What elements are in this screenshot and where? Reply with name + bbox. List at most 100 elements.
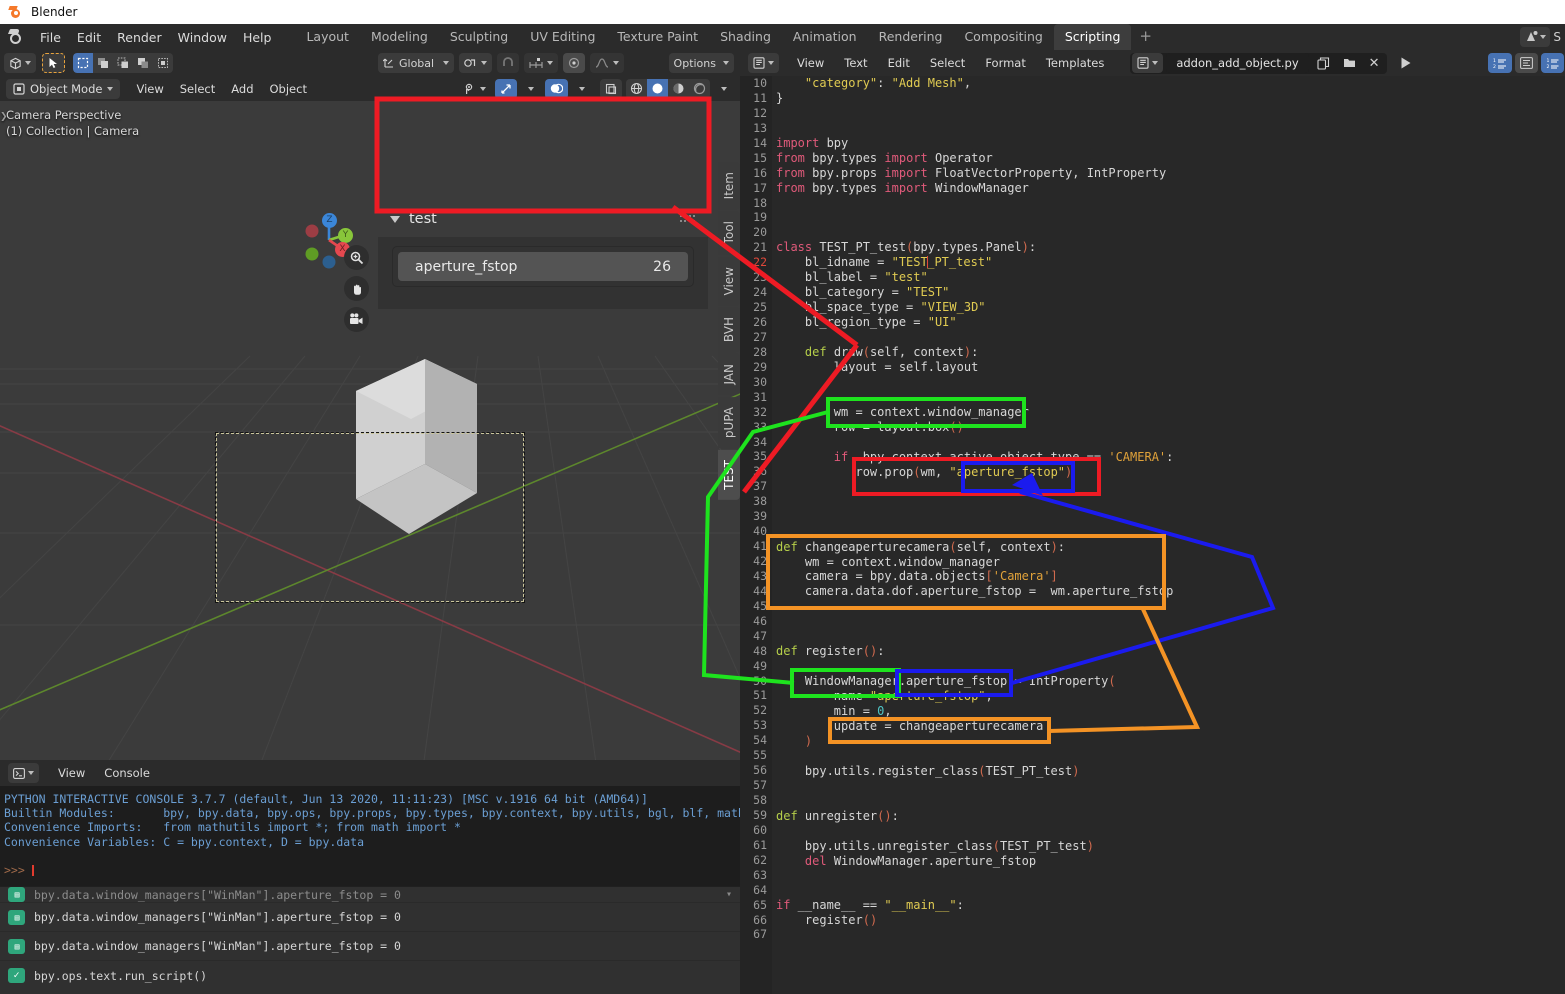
shading-rendered-icon[interactable] bbox=[689, 79, 710, 99]
workspace-tab-uv-editing[interactable]: UV Editing bbox=[519, 24, 606, 50]
falloff-curve-icon[interactable] bbox=[590, 53, 625, 73]
syntax-highlight-icon[interactable]: 12 bbox=[1541, 53, 1564, 73]
shading-solid-icon[interactable] bbox=[647, 78, 668, 99]
interaction-mode-dropdown[interactable]: Object Mode bbox=[6, 78, 121, 99]
console-menu-console[interactable]: Console bbox=[96, 763, 158, 783]
blender-app-menu-icon[interactable] bbox=[6, 26, 28, 48]
line-numbers-icon[interactable]: 12 bbox=[1488, 53, 1512, 73]
viewport-menu-object[interactable]: Object bbox=[262, 79, 315, 99]
visibility-eye-icon[interactable] bbox=[458, 79, 491, 99]
select-intersect-icon[interactable] bbox=[153, 53, 173, 73]
info-log-row[interactable]: ▤ bpy.data.window_managers["WinMan"].ape… bbox=[0, 887, 740, 903]
scene-selector[interactable] bbox=[1520, 27, 1551, 47]
transform-orientation-dropdown[interactable]: Global bbox=[378, 53, 455, 73]
workspace-tab-scripting[interactable]: Scripting bbox=[1053, 24, 1132, 50]
viewport-canvas[interactable]: ❯ Camera Perspective (1) Collection | Ca… bbox=[0, 101, 740, 760]
aperture-fstop-field[interactable]: aperture_fstop 26 bbox=[398, 252, 688, 281]
workspace-tab-animation[interactable]: Animation bbox=[782, 24, 868, 50]
console-menu-view[interactable]: View bbox=[50, 763, 93, 783]
gizmo-dropdown[interactable] bbox=[521, 79, 541, 99]
viewport-menu-add[interactable]: Add bbox=[223, 79, 261, 99]
workspace-tab-texture-paint[interactable]: Texture Paint bbox=[606, 24, 709, 50]
menu-file[interactable]: File bbox=[32, 26, 69, 49]
add-workspace-button[interactable]: + bbox=[1131, 24, 1160, 50]
text-menu-templates[interactable]: Templates bbox=[1038, 53, 1112, 73]
text-menu-format[interactable]: Format bbox=[977, 53, 1034, 73]
sidebar-tab-item[interactable]: Item bbox=[718, 162, 740, 210]
info-log-row[interactable]: ▤ bpy.data.window_managers["WinMan"].ape… bbox=[0, 903, 740, 932]
word-wrap-icon[interactable] bbox=[1515, 53, 1538, 73]
snap-increment-icon[interactable] bbox=[524, 53, 559, 73]
text-menu-view[interactable]: View bbox=[789, 53, 832, 73]
text-menu-select[interactable]: Select bbox=[922, 53, 973, 73]
code-line: bl_space_type = "VIEW_3D" bbox=[776, 300, 986, 315]
line-number: 41 bbox=[753, 539, 767, 554]
cursor-select-icon[interactable] bbox=[42, 53, 65, 73]
select-invert-icon[interactable] bbox=[133, 53, 153, 73]
viewport-menu-select[interactable]: Select bbox=[172, 79, 223, 99]
overlays-dropdown[interactable] bbox=[572, 79, 592, 99]
sidebar-tab-tool[interactable]: Tool bbox=[718, 211, 740, 255]
code-text[interactable]: "category": "Add Mesh",} import bpy from … bbox=[772, 76, 1565, 994]
pan-hand-icon[interactable] bbox=[344, 276, 369, 301]
gizmo-axis-y[interactable]: Y bbox=[338, 228, 353, 243]
close-x-icon[interactable]: ✕ bbox=[1364, 53, 1385, 73]
menu-help[interactable]: Help bbox=[235, 26, 280, 49]
chevron-down-icon[interactable]: ▾ bbox=[726, 889, 740, 900]
sidebar-tab-pupa[interactable]: pUPA bbox=[718, 396, 740, 448]
proportional-edit-icon[interactable] bbox=[563, 53, 586, 73]
object-mode-icon bbox=[13, 82, 25, 95]
text-menu-edit[interactable]: Edit bbox=[880, 53, 918, 73]
gizmo-axis-z[interactable]: Z bbox=[322, 213, 337, 228]
viewport-options-dropdown[interactable]: Options bbox=[668, 53, 734, 73]
menu-edit[interactable]: Edit bbox=[69, 26, 109, 49]
menu-window[interactable]: Window bbox=[170, 26, 235, 49]
editor-type-3dview-icon[interactable] bbox=[4, 53, 36, 73]
select-box-icon[interactable] bbox=[73, 53, 93, 73]
folder-icon[interactable] bbox=[1338, 53, 1361, 73]
info-log-editor[interactable]: ▤ bpy.data.window_managers["WinMan"].ape… bbox=[0, 886, 740, 994]
sidebar-tab-view[interactable]: View bbox=[718, 256, 740, 306]
pivot-point-icon[interactable] bbox=[459, 53, 493, 73]
workspace-tab-sculpting[interactable]: Sculpting bbox=[439, 24, 519, 50]
duplicate-icon[interactable] bbox=[1312, 53, 1335, 73]
expand-arrow-icon[interactable]: ❯ bbox=[0, 109, 8, 125]
sidebar-tab-test[interactable]: TEST bbox=[718, 449, 740, 500]
snap-magnet-icon[interactable] bbox=[497, 53, 520, 73]
shading-material-icon[interactable] bbox=[668, 79, 689, 99]
workspace-tab-layout[interactable]: Layout bbox=[295, 24, 360, 50]
triangle-down-icon[interactable] bbox=[390, 215, 400, 223]
shading-wireframe-icon[interactable] bbox=[626, 79, 647, 99]
viewport-display-group bbox=[458, 78, 740, 99]
console-prompt-line[interactable]: >>> bbox=[2, 863, 738, 877]
console-output[interactable]: PYTHON INTERACTIVE CONSOLE 3.7.7 (defaul… bbox=[0, 786, 779, 877]
code-area[interactable]: 10 11 12 13 14 15 16 17 18 19 20 21 22 23 24 25 26 27 28 29… bbox=[740, 76, 1565, 994]
xray-toggle-icon[interactable] bbox=[600, 78, 622, 99]
text-menu-text[interactable]: Text bbox=[836, 53, 875, 73]
editor-type-console-icon[interactable] bbox=[8, 763, 39, 783]
workspace-tab-modeling[interactable]: Modeling bbox=[360, 24, 439, 50]
editor-type-text-icon[interactable] bbox=[748, 53, 779, 73]
menu-render[interactable]: Render bbox=[109, 26, 170, 49]
text-datablock-icon[interactable] bbox=[1132, 53, 1164, 73]
overlays-icon[interactable] bbox=[545, 78, 568, 99]
sidebar-tab-jan[interactable]: JAN bbox=[718, 354, 740, 395]
info-log-row[interactable]: ✓ bpy.ops.text.run_script() bbox=[0, 961, 740, 990]
zoom-magnifier-icon[interactable] bbox=[344, 245, 369, 270]
gizmo-icon[interactable] bbox=[495, 78, 517, 99]
select-subtract-icon[interactable] bbox=[113, 53, 133, 73]
workspace-tab-rendering[interactable]: Rendering bbox=[868, 24, 954, 50]
workspace-tab-compositing[interactable]: Compositing bbox=[953, 24, 1053, 50]
select-extend-icon[interactable] bbox=[93, 53, 113, 73]
panel-grip-icon[interactable] bbox=[679, 215, 697, 223]
text-filename[interactable]: addon_add_object.py bbox=[1166, 53, 1309, 73]
shading-dropdown[interactable] bbox=[714, 79, 734, 99]
viewport-menu-view[interactable]: View bbox=[128, 79, 171, 99]
camera-view-icon[interactable] bbox=[344, 307, 369, 332]
info-log-row[interactable]: ▤ bpy.data.window_managers["WinMan"].ape… bbox=[0, 932, 740, 961]
panel-header[interactable]: test bbox=[378, 201, 708, 237]
play-run-script-icon[interactable] bbox=[1394, 53, 1417, 73]
workspace-tab-shading[interactable]: Shading bbox=[709, 24, 782, 50]
sidebar-tab-bvh[interactable]: BVH bbox=[718, 307, 740, 353]
